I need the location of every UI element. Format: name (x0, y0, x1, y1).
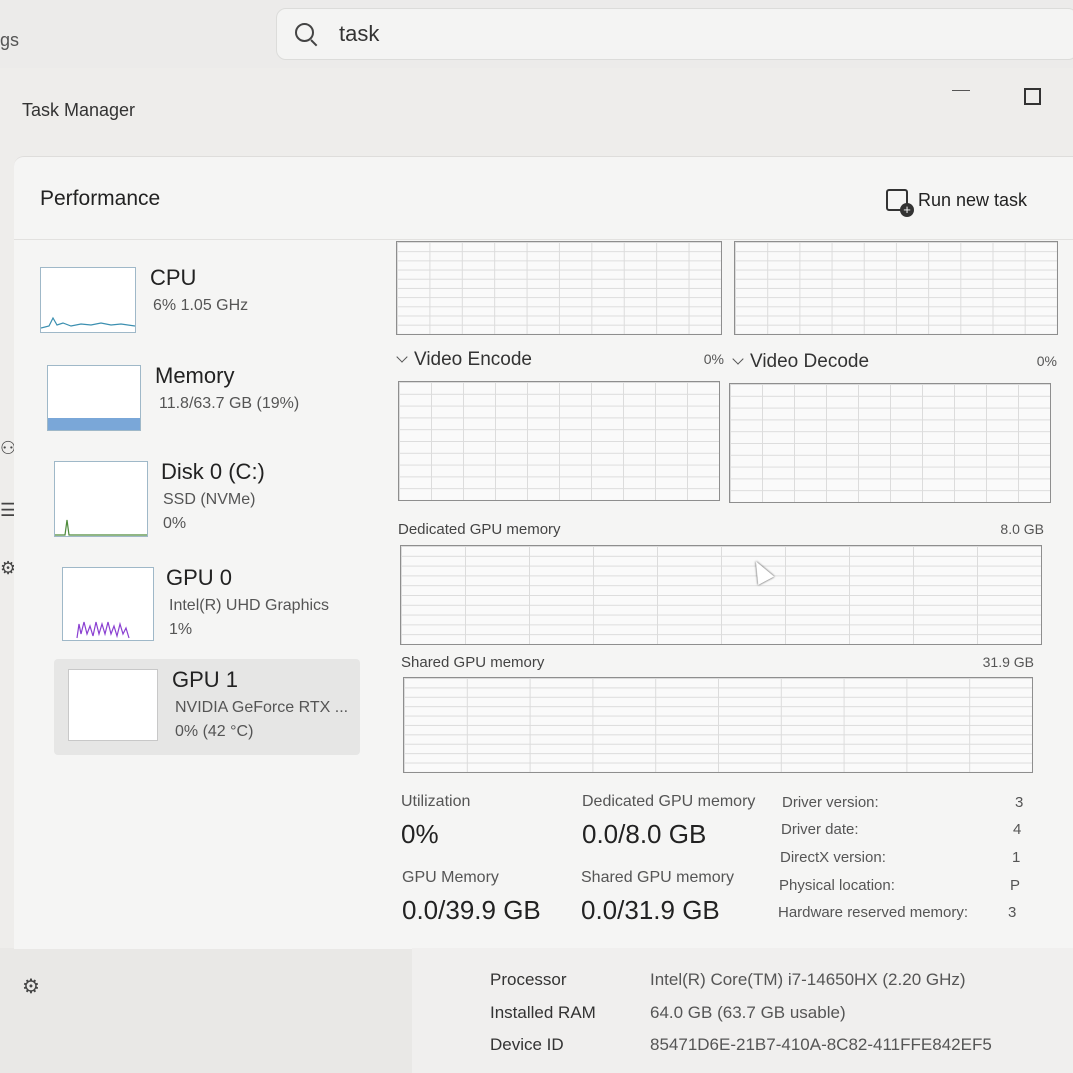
maximize-button[interactable] (1024, 88, 1041, 105)
video-encode-dropdown[interactable]: Video Encode (396, 349, 532, 371)
device-usage: 1% (169, 621, 193, 638)
utilization-label: Utilization (401, 793, 471, 810)
device-memory[interactable]: Memory 11.8/63.7 GB (19%) (40, 355, 370, 445)
device-id-value: 85471D6E-21B7-410A-8C82-411FFE842EF5 (650, 1035, 992, 1054)
video-decode-graph (729, 383, 1051, 503)
device-name: GPU 0 (166, 565, 233, 590)
dedicated-memory-graph-max: 8.0 GB (1000, 521, 1044, 537)
performance-panel: Performance Run new task CPU 6% 1.05 GHz… (14, 156, 1073, 949)
device-id-label: Device ID (490, 1035, 564, 1054)
window-title: Task Manager (22, 100, 136, 120)
search-icon (295, 23, 314, 42)
device-usage: 0% (42 °C) (175, 723, 254, 740)
reserved-memory-label: Hardware reserved memory: (778, 904, 969, 921)
physical-location-value: P (1010, 877, 1021, 894)
dedicated-memory-graph-label: Dedicated GPU memory (398, 521, 561, 538)
video-decode-dropdown[interactable]: Video Decode (732, 351, 870, 373)
shared-memory-label: Shared GPU memory (581, 869, 734, 886)
directx-version-label: DirectX version: (780, 849, 886, 866)
device-gpu1[interactable]: GPU 1 NVIDIA GeForce RTX ... 0% (42 °C) (54, 659, 360, 755)
search-box[interactable]: task (276, 8, 1073, 60)
physical-location-label: Physical location: (779, 877, 895, 894)
device-usage: 0% (163, 515, 187, 532)
video-decode-value: 0% (1036, 353, 1057, 369)
device-name: Disk 0 (C:) (161, 459, 265, 484)
installed-ram-label: Installed RAM (490, 1003, 596, 1022)
device-name: GPU 1 (172, 667, 239, 692)
cpu-thumbnail (40, 267, 136, 333)
directx-version-value: 1 (1012, 849, 1021, 866)
device-detail: NVIDIA GeForce RTX ... (175, 699, 349, 716)
gpu-memory-value: 0.0/39.9 GB (402, 895, 541, 925)
gpu-memory-label: GPU Memory (402, 869, 499, 886)
device-disk[interactable]: Disk 0 (C:) SSD (NVMe) 0% (40, 451, 370, 541)
installed-ram-value: 64.0 GB (63.7 GB usable) (650, 1003, 846, 1022)
device-detail: 6% 1.05 GHz (153, 297, 249, 314)
processor-value: Intel(R) Core(TM) i7-14650HX (2.20 GHz) (650, 970, 966, 989)
device-cpu[interactable]: CPU 6% 1.05 GHz (40, 257, 370, 347)
device-specifications: Processor Intel(R) Core(TM) i7-14650HX (… (412, 948, 1073, 1073)
run-new-task-button[interactable]: Run new task (886, 185, 1028, 217)
video-encode-graph (398, 381, 720, 501)
dedicated-memory-graph (400, 545, 1042, 645)
video-encode-value: 0% (703, 351, 724, 367)
settings-gear-icon[interactable]: ⚙ (22, 974, 40, 999)
driver-version-value: 3 (1015, 794, 1024, 811)
memory-thumbnail (47, 365, 141, 431)
device-name: Memory (155, 363, 235, 388)
device-detail: SSD (NVMe) (163, 491, 256, 508)
chevron-down-icon (732, 353, 744, 365)
video-encode-label: Video Encode (414, 349, 532, 370)
device-detail: 11.8/63.7 GB (19%) (159, 395, 300, 412)
driver-date-label: Driver date: (781, 821, 859, 838)
driver-date-value: 4 (1013, 821, 1022, 838)
video-decode-label: Video Decode (750, 351, 870, 372)
run-new-task-label: Run new task (918, 189, 1028, 210)
dedicated-memory-label: Dedicated GPU memory (582, 793, 756, 810)
device-name: CPU (150, 265, 197, 290)
engine-graph-top-left (396, 241, 722, 335)
chevron-down-icon (396, 351, 408, 363)
settings-title-fragment: gs (0, 30, 20, 50)
gpu0-thumbnail (62, 567, 154, 641)
settings-background-header: gs task (0, 0, 1073, 71)
device-gpu0[interactable]: GPU 0 Intel(R) UHD Graphics 1% (40, 557, 370, 647)
dedicated-memory-value: 0.0/8.0 GB (582, 819, 707, 849)
shared-memory-graph-max: 31.9 GB (982, 654, 1034, 670)
engine-graph-top-right (734, 241, 1058, 335)
gpu1-thumbnail (68, 669, 158, 741)
shared-memory-value: 0.0/31.9 GB (581, 895, 720, 925)
utilization-value: 0% (401, 819, 439, 849)
page-title: Performance (40, 187, 161, 210)
device-detail: Intel(R) UHD Graphics (169, 597, 330, 614)
navigation-rail: ⚇ ☰ ⚙ (0, 208, 16, 948)
header-divider (14, 239, 1073, 240)
minimize-button[interactable] (952, 90, 970, 91)
task-manager-window: Task Manager ⚇ ☰ ⚙ Performance Run new t… (0, 68, 1073, 998)
shared-memory-graph (403, 677, 1033, 773)
disk-thumbnail (54, 461, 148, 537)
shared-memory-graph-label: Shared GPU memory (401, 654, 545, 671)
processor-label: Processor (490, 970, 567, 989)
driver-version-label: Driver version: (782, 794, 879, 811)
reserved-memory-value: 3 (1008, 904, 1017, 921)
search-input[interactable]: task (339, 21, 379, 47)
run-task-icon (886, 189, 914, 217)
